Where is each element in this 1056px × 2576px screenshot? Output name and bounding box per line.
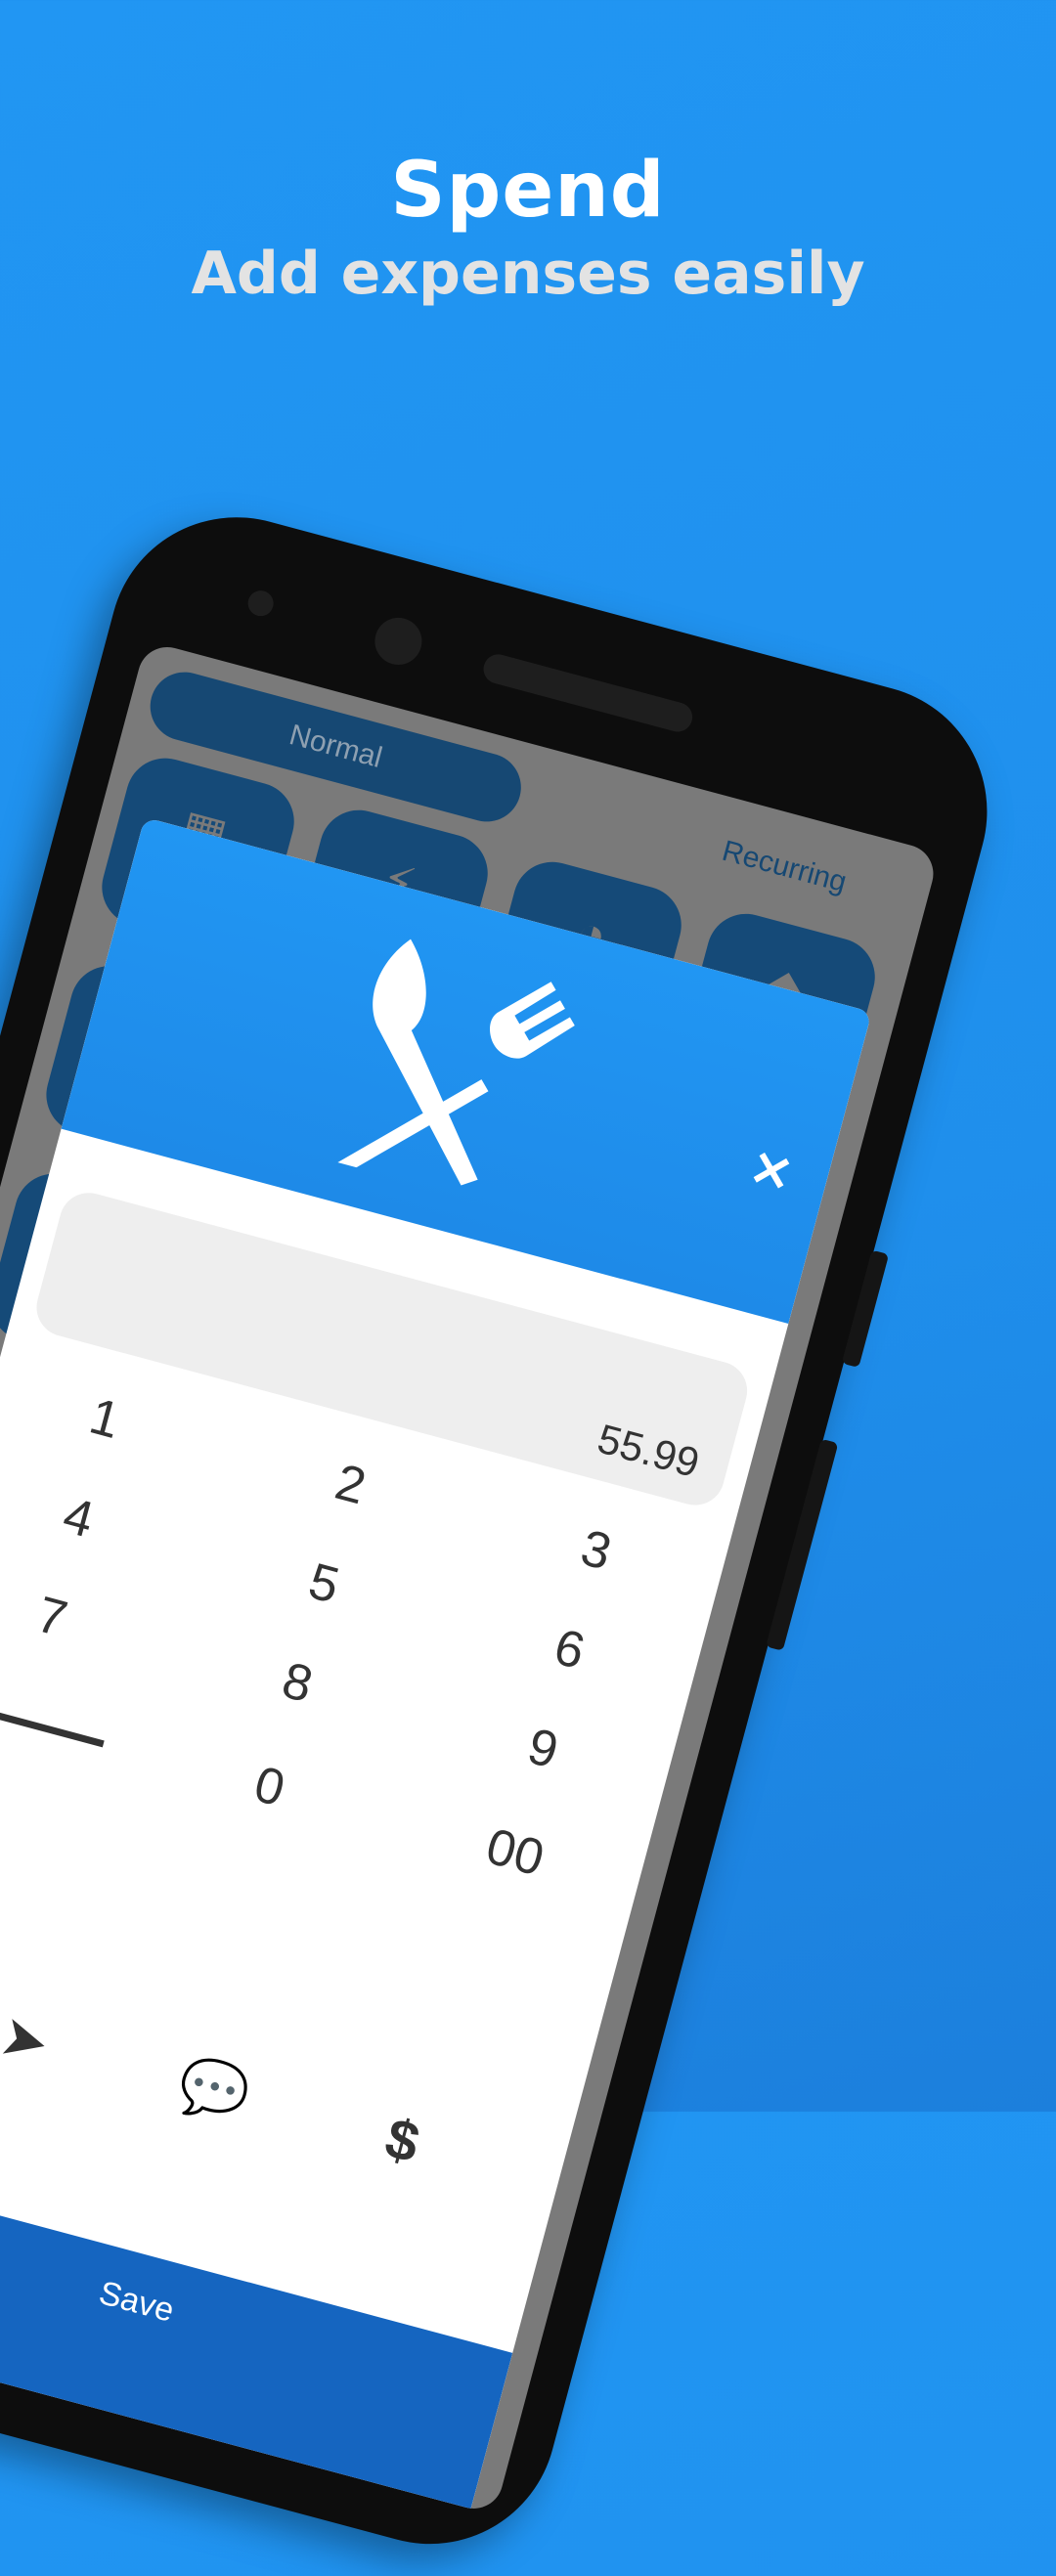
comment-icon[interactable]: 💬 bbox=[159, 2036, 267, 2144]
phone-frame: Normal Recurring ▦ ⚡ ◔ ◆ × 55.99 1 2 3 4… bbox=[0, 489, 1016, 2573]
promo-title: Spend bbox=[390, 147, 666, 235]
phone-side-button bbox=[766, 1438, 839, 1651]
location-arrow-icon[interactable]: ➤ bbox=[0, 1987, 78, 2094]
keypad-key-0[interactable]: 0 bbox=[183, 1725, 357, 1850]
earpiece-speaker bbox=[480, 650, 696, 735]
expense-dialog: × 55.99 1 2 3 4 5 6 7 8 9 🡐 0 00 21-10-0… bbox=[0, 816, 872, 2515]
close-icon[interactable]: × bbox=[742, 1133, 801, 1204]
backspace-icon[interactable]: 🡐 bbox=[0, 1658, 119, 1783]
sensor-dot bbox=[244, 588, 277, 620]
fork-knife-icon bbox=[337, 939, 575, 1186]
keypad-key-9[interactable]: 9 bbox=[456, 1686, 630, 1812]
save-label: Save bbox=[95, 2274, 179, 2330]
tab-recurring[interactable]: Recurring bbox=[652, 801, 915, 933]
save-button[interactable]: Save bbox=[0, 2158, 513, 2515]
amount-value: 55.99 bbox=[593, 1415, 705, 1487]
promo-subtitle: Add expenses easily bbox=[191, 240, 865, 308]
keypad-key-00[interactable]: 00 bbox=[428, 1790, 602, 1915]
phone-side-button bbox=[841, 1249, 890, 1369]
keypad-key-8[interactable]: 8 bbox=[210, 1620, 384, 1745]
front-camera bbox=[370, 612, 427, 671]
dollar-icon[interactable]: $ bbox=[348, 2087, 456, 2195]
